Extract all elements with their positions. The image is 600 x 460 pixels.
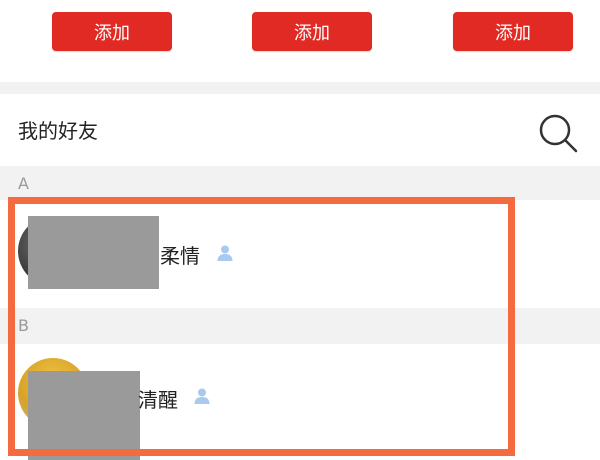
- section-header-a: A: [0, 166, 600, 200]
- contact-row[interactable]: 柔情: [0, 200, 600, 308]
- friends-header: 我的好友: [0, 94, 600, 164]
- section-letter-b: B: [18, 316, 29, 335]
- contact-name: 柔情: [160, 244, 200, 268]
- recommended-friends-strip: 添加 添加 添加: [0, 0, 600, 82]
- section-gap: [0, 82, 600, 94]
- section-header-b: B: [0, 308, 600, 344]
- person-icon: [194, 388, 210, 404]
- contact-name: 清醒: [138, 388, 178, 412]
- redacted-block: [28, 216, 159, 289]
- add-button-2[interactable]: 添加: [252, 12, 372, 51]
- person-icon: [217, 245, 233, 261]
- search-icon[interactable]: [537, 112, 579, 154]
- contact-row[interactable]: 清醒: [0, 344, 600, 460]
- add-button-3[interactable]: 添加: [453, 12, 573, 51]
- friends-title: 我的好友: [18, 119, 98, 143]
- section-letter-a: A: [18, 174, 29, 193]
- add-button-1[interactable]: 添加: [52, 12, 172, 51]
- redacted-block: [28, 371, 140, 460]
